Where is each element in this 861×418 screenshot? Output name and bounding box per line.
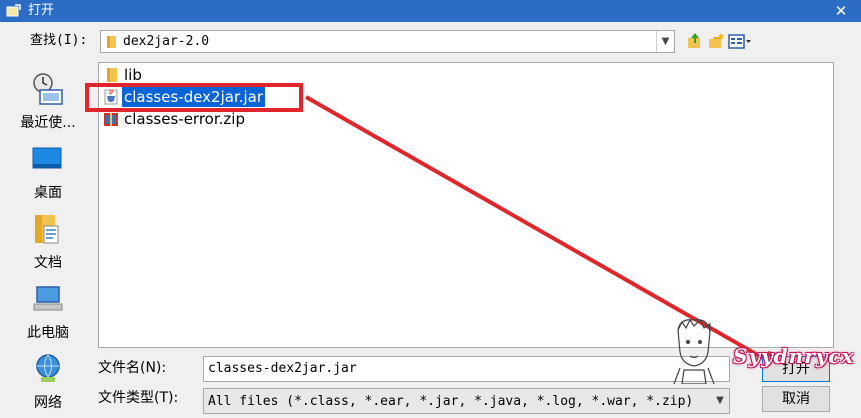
chevron-down-icon[interactable]: ▼: [656, 31, 674, 52]
documents-icon: [35, 215, 59, 244]
file-name: classes-error.zip: [124, 110, 245, 128]
place-label: 此电脑: [27, 325, 69, 341]
file-type-value: All files (*.class, *.ear, *.jar, *.java…: [208, 394, 694, 409]
chevron-down-icon[interactable]: ▼: [711, 389, 729, 413]
computer-icon: [33, 286, 63, 311]
file-name-label: 文件名(N):: [98, 360, 167, 376]
place-desktop[interactable]: 桌面: [6, 142, 90, 208]
place-label: 最近使...: [20, 115, 76, 131]
look-in-dropdown[interactable]: dex2jar-2.0 ▼: [100, 30, 675, 53]
desktop-icon: [32, 147, 62, 169]
place-label: 网络: [34, 395, 62, 411]
view-menu-icon[interactable]: [728, 32, 752, 50]
place-recent[interactable]: 最近使...: [6, 72, 90, 138]
place-computer[interactable]: 此电脑: [6, 282, 90, 348]
annotation-highlight-box: [85, 83, 303, 112]
title-bar: 打开 ✕: [0, 0, 861, 22]
folder-icon: [107, 36, 116, 48]
places-bar: 最近使... 桌面 文档 此电脑 网络: [6, 62, 90, 412]
cancel-button[interactable]: 取消: [762, 386, 830, 412]
cartoon-avatar-sketch: [673, 318, 715, 384]
up-folder-icon[interactable]: [686, 32, 704, 50]
file-name-input[interactable]: classes-dex2jar.jar: [203, 356, 730, 382]
folder-icon: [107, 68, 117, 82]
look-in-value: dex2jar-2.0: [123, 34, 210, 49]
window-title: 打开: [28, 3, 55, 18]
place-documents[interactable]: 文档: [6, 212, 90, 278]
recent-icon: [33, 73, 63, 105]
look-in-label: 查找(I):: [30, 33, 88, 48]
open-dialog-icon: [6, 4, 21, 17]
file-type-dropdown[interactable]: All files (*.class, *.ear, *.jar, *.java…: [203, 388, 730, 414]
watermark: Syydnrycx: [733, 344, 855, 368]
place-label: 桌面: [34, 185, 62, 201]
file-name: lib: [124, 66, 142, 84]
place-label: 文档: [34, 255, 62, 271]
close-button[interactable]: ✕: [829, 0, 853, 22]
place-network[interactable]: 网络: [6, 352, 90, 418]
file-type-label: 文件类型(T):: [98, 390, 179, 406]
zip-file-icon: [104, 113, 118, 126]
new-folder-icon[interactable]: [707, 32, 725, 50]
network-icon: [36, 354, 60, 382]
